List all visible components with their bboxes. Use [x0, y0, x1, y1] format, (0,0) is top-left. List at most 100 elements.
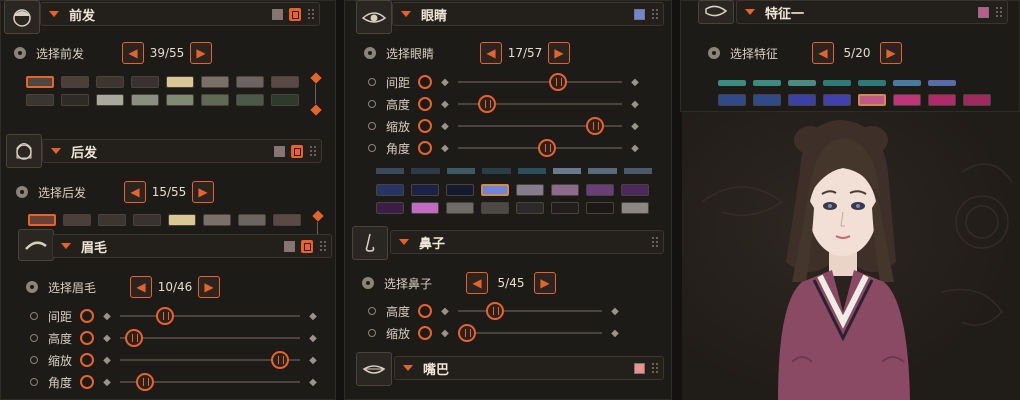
collapse-caret-icon[interactable] [399, 239, 409, 245]
increase-icon[interactable]: ◆ [306, 354, 320, 366]
slider-knob[interactable] [136, 373, 155, 391]
color-swatch[interactable] [551, 184, 579, 196]
color-swatch[interactable] [411, 202, 439, 214]
color-swatch[interactable] [481, 202, 509, 214]
reset-icon[interactable] [80, 353, 94, 367]
next-button[interactable]: ▶ [534, 272, 556, 294]
color-swatch[interactable] [963, 94, 991, 106]
scroll-track[interactable] [317, 222, 318, 234]
color-swatch[interactable] [26, 94, 54, 106]
decrease-icon[interactable]: ◆ [100, 354, 114, 366]
nose-section-icon[interactable] [352, 226, 388, 260]
color-swatch[interactable] [63, 214, 91, 226]
drag-handle-icon[interactable] [995, 6, 1003, 18]
slider-knob[interactable] [586, 117, 605, 135]
reset-icon[interactable] [418, 97, 432, 111]
reset-icon[interactable] [80, 309, 94, 323]
scroll-diamond-icon[interactable] [310, 72, 322, 84]
color-swatch[interactable] [271, 76, 299, 88]
color-swatch[interactable] [823, 80, 851, 86]
prev-button[interactable]: ◀ [122, 42, 144, 64]
next-button[interactable]: ▶ [198, 276, 220, 298]
color-swatch[interactable] [272, 8, 283, 20]
color-swatch[interactable] [978, 6, 989, 18]
front-hair-icon[interactable] [4, 0, 40, 34]
decrease-icon[interactable]: ◆ [100, 332, 114, 344]
reset-icon[interactable] [80, 331, 94, 345]
collapse-caret-icon[interactable] [403, 365, 413, 371]
color-swatch[interactable] [753, 94, 781, 106]
slider-knob[interactable] [485, 302, 504, 320]
color-swatch[interactable] [96, 76, 124, 88]
drag-handle-icon[interactable] [319, 240, 327, 252]
decrease-icon[interactable]: ◆ [438, 305, 452, 317]
color-swatch[interactable] [238, 214, 266, 226]
color-swatch[interactable] [823, 94, 851, 106]
decrease-icon[interactable]: ◆ [438, 98, 452, 110]
prev-button[interactable]: ◀ [124, 181, 146, 203]
slider-track[interactable] [458, 117, 622, 135]
prev-button[interactable]: ◀ [480, 42, 502, 64]
collapse-caret-icon[interactable] [51, 148, 61, 154]
reset-icon[interactable] [418, 326, 432, 340]
increase-icon[interactable]: ◆ [306, 332, 320, 344]
slider-track[interactable] [120, 329, 300, 347]
color-swatch[interactable] [201, 94, 229, 106]
slider-track[interactable] [458, 73, 622, 91]
color-swatch[interactable] [858, 80, 886, 86]
collapse-caret-icon[interactable] [61, 243, 71, 249]
increase-icon[interactable]: ◆ [306, 376, 320, 388]
slider-track[interactable] [120, 351, 300, 369]
color-swatch[interactable] [634, 362, 645, 374]
reset-icon[interactable] [418, 119, 432, 133]
increase-icon[interactable]: ◆ [628, 98, 642, 110]
decrease-icon[interactable]: ◆ [100, 310, 114, 322]
increase-icon[interactable]: ◆ [608, 305, 622, 317]
color-swatch[interactable] [284, 240, 295, 252]
color-swatch[interactable] [718, 80, 746, 86]
scroll-diamond-icon[interactable] [310, 104, 322, 116]
color-swatch[interactable] [718, 94, 746, 106]
color-swatch[interactable] [516, 202, 544, 214]
color-swatch[interactable] [753, 80, 781, 86]
reset-icon[interactable] [418, 75, 432, 89]
color-swatch[interactable] [928, 94, 956, 106]
next-button[interactable]: ▶ [190, 42, 212, 64]
color-swatch[interactable] [376, 184, 404, 196]
decrease-icon[interactable]: ◆ [438, 327, 452, 339]
color-swatch[interactable] [131, 76, 159, 88]
next-button[interactable]: ▶ [880, 42, 902, 64]
slider-knob[interactable] [124, 329, 143, 347]
next-button[interactable]: ▶ [548, 42, 570, 64]
lock-icon[interactable] [291, 144, 303, 158]
drag-handle-icon[interactable] [651, 362, 659, 374]
color-swatch[interactable] [26, 76, 54, 88]
slider-track[interactable] [120, 373, 300, 391]
color-swatch[interactable] [893, 80, 921, 86]
slider-track[interactable] [458, 95, 622, 113]
color-swatch[interactable] [586, 202, 614, 214]
color-swatch[interactable] [274, 145, 285, 157]
increase-icon[interactable]: ◆ [608, 327, 622, 339]
slider-track[interactable] [458, 139, 622, 157]
color-swatch[interactable] [61, 94, 89, 106]
color-swatch[interactable] [203, 214, 231, 226]
front-hair-scrollbar[interactable] [310, 72, 322, 116]
eyes-section-icon[interactable] [356, 0, 392, 34]
color-swatch[interactable] [61, 76, 89, 88]
mouth-section-icon[interactable] [356, 352, 392, 386]
slider-knob[interactable] [458, 324, 476, 342]
decrease-icon[interactable]: ◆ [100, 376, 114, 388]
color-swatch[interactable] [28, 214, 56, 226]
drag-handle-icon[interactable] [307, 8, 315, 20]
eyebrow-header[interactable]: 眉毛 [52, 234, 332, 258]
feature1-header[interactable]: 特征一 [736, 0, 1008, 24]
front-hair-header[interactable]: 前发 [40, 2, 320, 26]
color-swatch[interactable] [586, 184, 614, 196]
color-swatch[interactable] [273, 214, 301, 226]
color-swatch[interactable] [236, 94, 264, 106]
color-swatch[interactable] [236, 76, 264, 88]
slider-track[interactable] [458, 302, 602, 320]
color-swatch[interactable] [788, 94, 816, 106]
back-hair-scrollbar[interactable] [312, 210, 324, 234]
